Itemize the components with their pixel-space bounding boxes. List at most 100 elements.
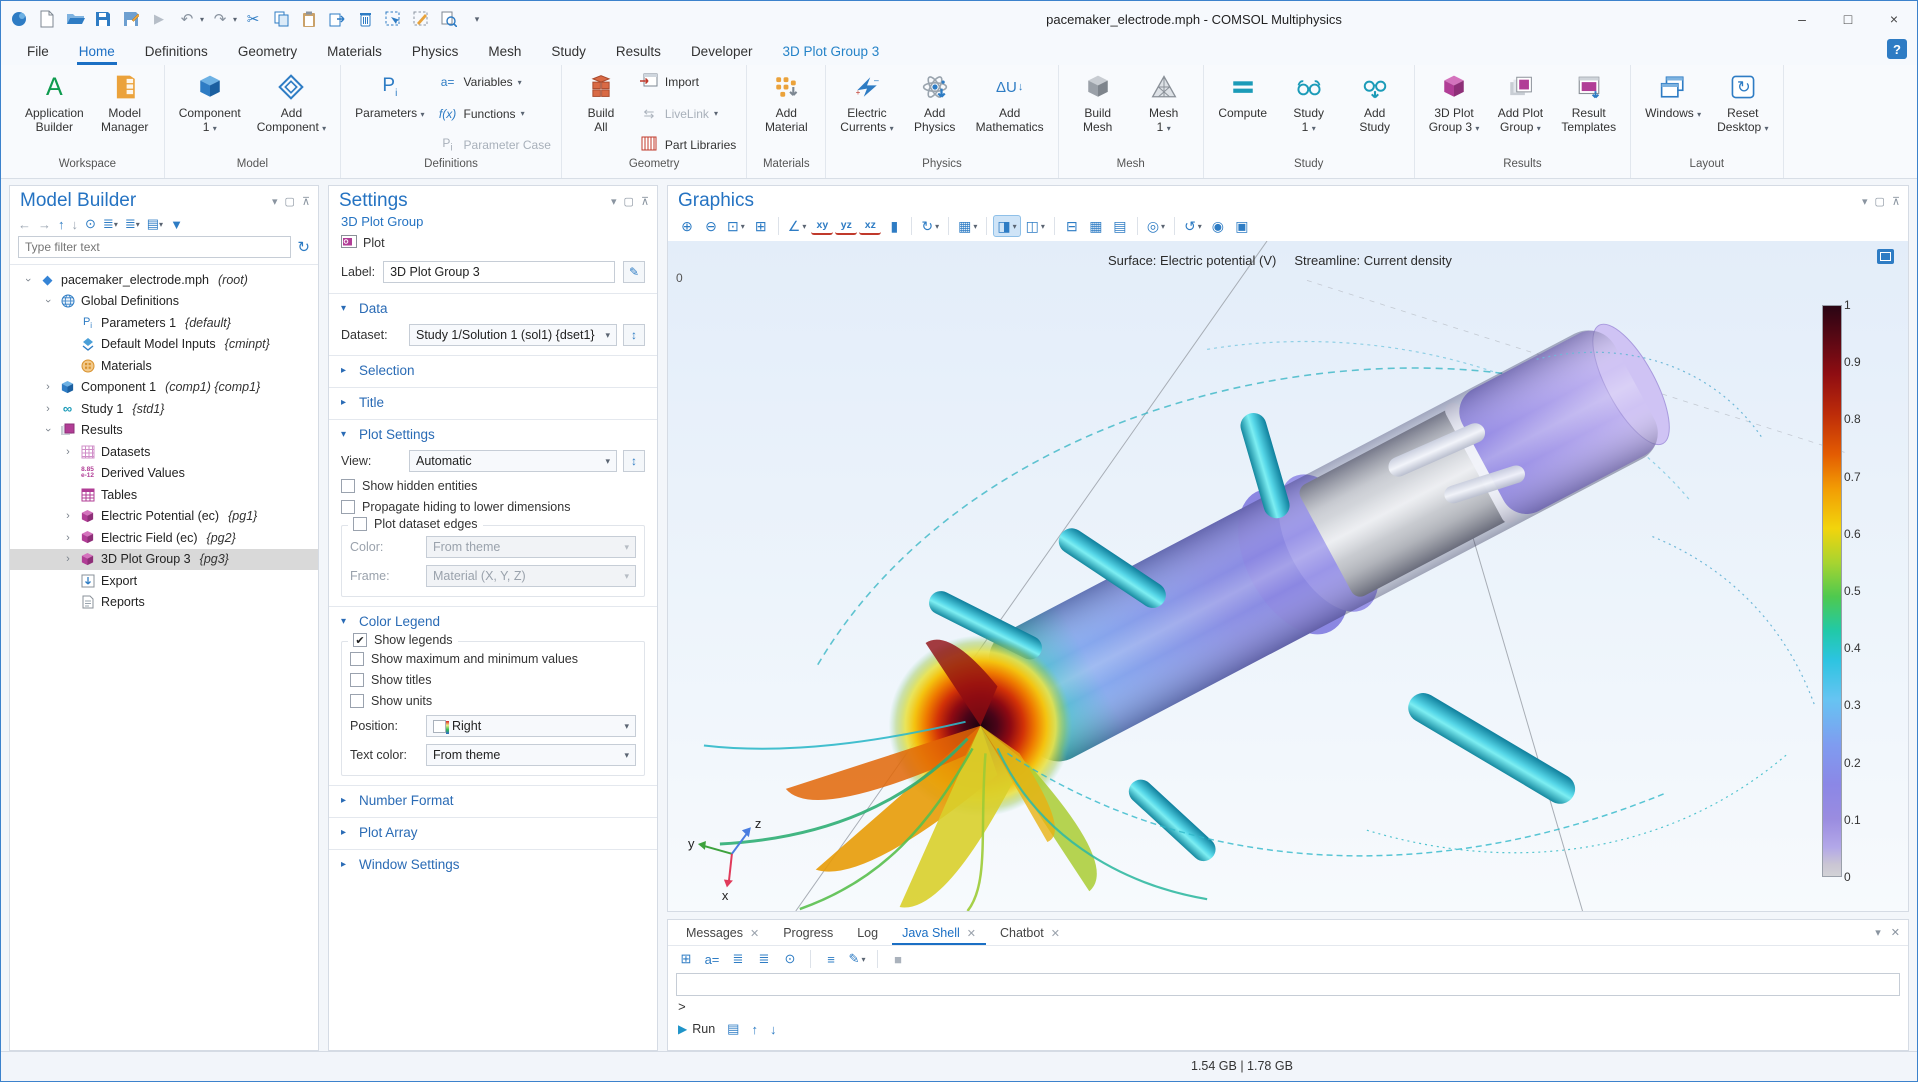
- tree-item-datasets[interactable]: ›Datasets: [10, 441, 318, 463]
- ribbon-mesh-1-button[interactable]: Mesh 1 ▾: [1133, 69, 1195, 158]
- menu-tab-file[interactable]: File: [25, 40, 51, 65]
- redo-icon-dropdown[interactable]: ▾: [233, 15, 237, 24]
- tree-expander-icon[interactable]: ›: [42, 381, 54, 393]
- run-button[interactable]: ▶ Run: [678, 1022, 715, 1036]
- tree-item-3d-plot-group-3[interactable]: ›3D Plot Group 3{pg3}: [10, 549, 318, 571]
- undo-icon[interactable]: ↶: [175, 7, 199, 31]
- panel-pin-icon[interactable]: ⊼: [641, 195, 649, 208]
- close-tab-icon[interactable]: ✕: [1051, 927, 1060, 940]
- panel-menu-icon[interactable]: ▾: [272, 195, 278, 208]
- ribbon-livelink-button[interactable]: ⇆LiveLink▾: [638, 104, 736, 124]
- show-legends-checkbox[interactable]: [353, 633, 367, 647]
- tree-item-default-model-inputs[interactable]: Default Model Inputs{cminpt}: [10, 334, 318, 356]
- section-number-format-header[interactable]: ▸Number Format: [341, 793, 645, 808]
- menu-tab-study[interactable]: Study: [549, 40, 588, 65]
- image-table-icon[interactable]: ▦: [1085, 215, 1107, 237]
- ribbon-import-button[interactable]: Import: [638, 72, 736, 92]
- ribbon-application-builder-button[interactable]: AApplication Builder: [19, 69, 90, 158]
- new-file-icon[interactable]: [35, 7, 59, 31]
- ribbon-add-mathematics-button[interactable]: ΔU↓Add Mathematics: [970, 69, 1050, 158]
- ribbon-result-templates-button[interactable]: Result Templates: [1555, 69, 1622, 158]
- panel-float-icon[interactable]: ▢: [624, 195, 634, 208]
- ribbon-3d-plot-group-3-button[interactable]: 3D Plot Group 3 ▾: [1423, 69, 1486, 158]
- tree-item-parameters-1[interactable]: PiParameters 1{default}: [10, 312, 318, 334]
- text-color-select[interactable]: From theme: [426, 744, 636, 766]
- expand-icon[interactable]: ≣: [754, 949, 774, 969]
- menu-tab-home[interactable]: Home: [77, 40, 117, 65]
- ribbon-parameters-button[interactable]: PiParameters ▾: [349, 69, 430, 158]
- tree-item-pacemaker-electrode-mph[interactable]: ›◆pacemaker_electrode.mph(root): [10, 269, 318, 291]
- redo-icon[interactable]: ↷: [208, 7, 232, 31]
- panel-menu-icon[interactable]: ▾: [1875, 926, 1881, 939]
- menu-tab-mesh[interactable]: Mesh: [486, 40, 523, 65]
- close-tab-icon[interactable]: ✕: [967, 927, 976, 940]
- ribbon-add-material-button[interactable]: Add Material: [755, 69, 817, 158]
- menu-tab-geometry[interactable]: Geometry: [236, 40, 299, 65]
- ribbon-study-1-button[interactable]: Study 1 ▾: [1278, 69, 1340, 158]
- print-icon[interactable]: ▣: [1231, 215, 1253, 237]
- java-shell-input[interactable]: [676, 973, 1900, 996]
- scene-light-icon[interactable]: ▮: [883, 215, 905, 237]
- transparency-icon[interactable]: ◨▾: [993, 215, 1020, 237]
- undo-icon-dropdown[interactable]: ▾: [200, 15, 204, 24]
- tree-filter-input[interactable]: [18, 236, 291, 258]
- tree-expander-icon[interactable]: ›: [42, 403, 54, 415]
- plot-area[interactable]: y z x Surface: Electric potential (V) St…: [668, 241, 1908, 911]
- view-xz-icon[interactable]: xz: [859, 217, 881, 235]
- ribbon-electric-currents-button[interactable]: +−Electric Currents ▾: [834, 69, 899, 158]
- ribbon-add-component-button[interactable]: Add Component ▾: [251, 69, 332, 158]
- zoom-out-icon[interactable]: ⊖: [700, 215, 722, 237]
- zoom-in-icon[interactable]: ⊕: [676, 215, 698, 237]
- copy-icon[interactable]: [269, 7, 293, 31]
- tree-item-global-definitions[interactable]: ›Global Definitions: [10, 291, 318, 313]
- tree-item-study-1[interactable]: ›∞Study 1{std1}: [10, 398, 318, 420]
- panel-menu-icon[interactable]: ▾: [1862, 195, 1868, 208]
- snapshot-icon[interactable]: ⊟: [1061, 215, 1083, 237]
- console-tab-log[interactable]: Log: [847, 922, 888, 945]
- expand-all-icon[interactable]: ≣ ▾: [125, 216, 140, 232]
- stop-icon[interactable]: ■: [888, 949, 908, 969]
- close-button[interactable]: ×: [1871, 1, 1917, 37]
- view-yz-icon[interactable]: yz: [835, 217, 857, 235]
- go-to-view-icon[interactable]: ∠▾: [785, 215, 810, 237]
- show-icon[interactable]: ⊙: [85, 216, 96, 232]
- panel-float-icon[interactable]: ▢: [285, 195, 295, 208]
- collapse-icon[interactable]: ≣: [728, 949, 748, 969]
- section-plot-array-header[interactable]: ▸Plot Array: [341, 825, 645, 840]
- console-tab-chatbot[interactable]: Chatbot✕: [990, 922, 1070, 945]
- section-color-legend-header[interactable]: ▾Color Legend: [341, 614, 645, 629]
- tree-item-export[interactable]: Export: [10, 570, 318, 592]
- check-show-titles[interactable]: Show titles: [350, 673, 636, 687]
- tree-item-component-1[interactable]: ›Component 1(comp1) {comp1}: [10, 377, 318, 399]
- ribbon-build-all-button[interactable]: Build All: [570, 69, 632, 158]
- checkbox[interactable]: [341, 479, 355, 493]
- rename-icon[interactable]: ✎: [623, 261, 645, 283]
- view-xy-icon[interactable]: xy: [811, 217, 833, 235]
- collapse-refresh-icon[interactable]: ↻: [297, 238, 310, 256]
- visibility-icon[interactable]: ⊙: [780, 949, 800, 969]
- model-tree-nodes-icon[interactable]: ▤ ▾: [147, 216, 163, 232]
- menu-tab-results[interactable]: Results: [614, 40, 663, 65]
- tree-item-electric-field-ec-[interactable]: ›Electric Field (ec){pg2}: [10, 527, 318, 549]
- toolbar-options-icon[interactable]: ▾: [465, 7, 489, 31]
- view-options-icon[interactable]: ▦▾: [955, 215, 980, 237]
- go-to-source-icon[interactable]: ↕: [623, 324, 645, 346]
- tree-expander-icon[interactable]: ›: [62, 446, 74, 458]
- ribbon-reset-desktop-button[interactable]: ↻Reset Desktop ▾: [1711, 69, 1774, 158]
- console-tab-messages[interactable]: Messages✕: [676, 922, 769, 945]
- ribbon-parameter-case-button[interactable]: PiParameter Case: [437, 135, 551, 155]
- help-icon[interactable]: ?: [1887, 39, 1907, 59]
- tree-expander-icon[interactable]: ›: [62, 553, 74, 565]
- run-icon[interactable]: ▶: [147, 7, 171, 31]
- collapse-all-icon[interactable]: ≣ ▾: [103, 216, 118, 232]
- filter-icon[interactable]: ▼: [170, 217, 183, 232]
- tree-item-tables[interactable]: Tables: [10, 484, 318, 506]
- section-selection-header[interactable]: ▸Selection: [341, 363, 645, 378]
- cut-icon[interactable]: ✂: [241, 7, 265, 31]
- zoom-extents-icon[interactable]: ⊞: [750, 215, 772, 237]
- ribbon-model-manager-button[interactable]: Model Manager: [94, 69, 156, 158]
- tree-expander-icon[interactable]: ›: [42, 295, 54, 307]
- duplicate-icon[interactable]: [325, 7, 349, 31]
- move-up-icon[interactable]: ↑: [58, 217, 65, 232]
- list-icon[interactable]: ≡: [821, 949, 841, 969]
